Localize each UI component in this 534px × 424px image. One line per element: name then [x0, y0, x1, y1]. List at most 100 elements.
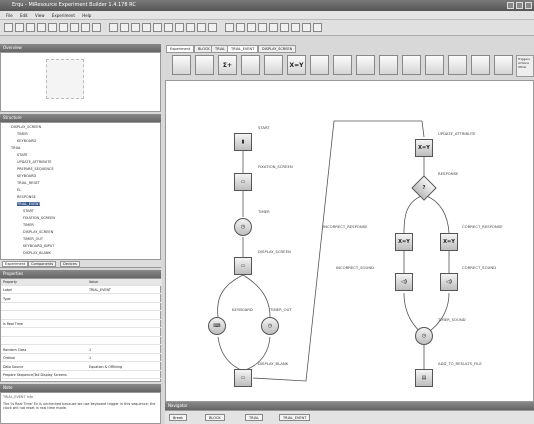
incorrect-response-node[interactable]: X=Y	[395, 233, 413, 251]
crumb-trial[interactable]: TRIAL	[245, 414, 263, 421]
tree-item[interactable]: KEYBOARD	[17, 139, 36, 143]
property-row[interactable]	[1, 313, 162, 320]
tree-item[interactable]: UPDATE_ATTRIBUTE	[17, 160, 52, 164]
palette-item-1[interactable]	[195, 55, 214, 75]
palette-item-7[interactable]	[333, 55, 352, 75]
palette-item-14[interactable]	[494, 55, 513, 75]
menu-view[interactable]: View	[35, 13, 45, 18]
toolbar-button-2[interactable]	[26, 23, 35, 32]
property-row[interactable]: Random Class 1	[1, 347, 162, 354]
toolbar-button-20[interactable]	[236, 23, 245, 32]
palette-item-6[interactable]	[310, 55, 329, 75]
overview-thumbnail[interactable]	[46, 59, 84, 99]
property-row[interactable]: Type	[1, 296, 162, 303]
tab-experiment[interactable]: Experiment	[2, 261, 29, 267]
property-value[interactable]: 1	[89, 355, 91, 362]
tree-item[interactable]: START	[23, 209, 34, 213]
property-row[interactable]	[1, 338, 162, 345]
menu-edit[interactable]: Edit	[20, 13, 28, 18]
palette-item-13[interactable]	[471, 55, 490, 75]
menu-file[interactable]: File	[6, 13, 13, 18]
toolbar-button-14[interactable]	[164, 23, 173, 32]
toolbar-button-27[interactable]	[313, 23, 322, 32]
property-value[interactable]: 1	[89, 347, 91, 354]
toolbar-button-11[interactable]	[131, 23, 140, 32]
property-row[interactable]: Data Source Equation & Offlining	[1, 364, 162, 371]
toolbar-button-1[interactable]	[15, 23, 24, 32]
crumb-trial-event[interactable]: TRIAL_EVENT	[279, 414, 311, 421]
fixation-screen-node[interactable]: ▭	[234, 173, 252, 191]
toolbar-button-9[interactable]	[109, 23, 118, 32]
tree-item[interactable]: TRIAL_EVENT	[17, 202, 41, 206]
toolbar-button-13[interactable]	[153, 23, 162, 32]
tree-item[interactable]: TIMER	[23, 223, 34, 227]
property-value[interactable]: TRIAL_EVENT	[89, 287, 111, 294]
side-tab-other[interactable]: Other	[518, 65, 532, 69]
correct-response-node[interactable]: X=Y	[440, 233, 458, 251]
tree-item[interactable]: TIMER_OUT	[23, 237, 43, 241]
palette-item-9[interactable]	[379, 55, 398, 75]
tab-trial-event[interactable]: TRIAL_EVENT	[227, 45, 259, 53]
property-row[interactable]: Is Real Time	[1, 321, 162, 328]
toolbar-button-25[interactable]	[291, 23, 300, 32]
note-panel[interactable]: TRIAL_EVENT Info The 'Is Real Time' Ex i…	[0, 392, 161, 424]
toolbar-button-16[interactable]	[186, 23, 195, 32]
toolbar-button-24[interactable]	[280, 23, 289, 32]
palette-item-10[interactable]	[402, 55, 421, 75]
tree-item[interactable]: KEYBOARD_INPUT	[23, 244, 54, 248]
add-results-node[interactable]: ▤	[415, 369, 433, 387]
toolbar-button-10[interactable]	[120, 23, 129, 32]
palette-item-0[interactable]	[172, 55, 191, 75]
toolbar-button-3[interactable]	[37, 23, 46, 32]
timer-node[interactable]: ◷	[234, 218, 252, 236]
structure-tree[interactable]: DISPLAY_SCREEN TIMER KEYBOARD TRIAL START UPD…	[0, 122, 161, 260]
tab-devices[interactable]: Devices	[60, 261, 80, 267]
property-row[interactable]: Ordinal 1	[1, 355, 162, 362]
property-value[interactable]: Equation & Offlining	[89, 364, 122, 371]
tab-components[interactable]: Components	[28, 261, 57, 267]
tree-item[interactable]: KEYBOARD	[17, 174, 36, 178]
property-row[interactable]	[1, 330, 162, 337]
toolbar-button-7[interactable]	[81, 23, 90, 32]
maximize-button[interactable]	[516, 2, 523, 9]
tree-item[interactable]: FIXATION_SCREEN	[23, 216, 55, 220]
property-row[interactable]: Label TRIAL_EVENT	[1, 287, 162, 294]
tab-display-screen[interactable]: DISPLAY_SCREEN	[258, 45, 297, 53]
tree-item[interactable]: DISPLAY_BLANK	[23, 251, 51, 255]
tab-experiment-editor[interactable]: Experiment	[166, 45, 195, 53]
toolbar-button-21[interactable]	[247, 23, 256, 32]
close-button[interactable]	[525, 2, 532, 9]
crumb-break[interactable]: Break	[169, 414, 188, 421]
toolbar-button-8[interactable]	[92, 23, 101, 32]
tree-item[interactable]: PREPARE_SEQUENCE	[17, 167, 54, 171]
menu-help[interactable]: Help	[82, 13, 91, 18]
tree-item[interactable]: DISPLAY_SCREEN	[23, 230, 53, 234]
minimize-button[interactable]	[507, 2, 514, 9]
toolbar-button-23[interactable]	[269, 23, 278, 32]
toolbar-button-22[interactable]	[258, 23, 267, 32]
tree-item[interactable]: DISPLAY_SCREEN	[11, 125, 41, 129]
overview-panel[interactable]	[0, 52, 161, 112]
toolbar-button-5[interactable]	[59, 23, 68, 32]
timer-sound-node[interactable]: ◷	[415, 327, 433, 345]
toolbar-button-12[interactable]	[142, 23, 151, 32]
incorrect-sound-node[interactable]: ◁)	[395, 273, 413, 291]
palette-item-5[interactable]: X=Y	[287, 55, 306, 75]
timer-out-node[interactable]: ◷	[261, 317, 279, 335]
tree-item[interactable]: TRIAL	[11, 146, 21, 150]
palette-item-12[interactable]	[448, 55, 467, 75]
tree-item[interactable]: TIMER	[17, 132, 28, 136]
toolbar-button-4[interactable]	[48, 23, 57, 32]
display-blank-node[interactable]: ▭	[234, 369, 252, 387]
crumb-block[interactable]: BLOCK	[205, 414, 225, 421]
palette-item-11[interactable]	[425, 55, 444, 75]
toolbar-button-26[interactable]	[302, 23, 311, 32]
start-node[interactable]: ▮	[234, 133, 252, 151]
update-attribute-node[interactable]: X=Y	[415, 139, 433, 157]
property-row[interactable]	[1, 304, 162, 311]
properties-table[interactable]: Property Value Label TRIAL_EVENT Type Is Real…	[0, 278, 162, 382]
menu-experiment[interactable]: Experiment	[52, 13, 75, 18]
palette-item-4[interactable]	[264, 55, 283, 75]
palette-item-2[interactable]: Σ+	[218, 55, 237, 75]
tree-item[interactable]: EL	[17, 188, 21, 192]
